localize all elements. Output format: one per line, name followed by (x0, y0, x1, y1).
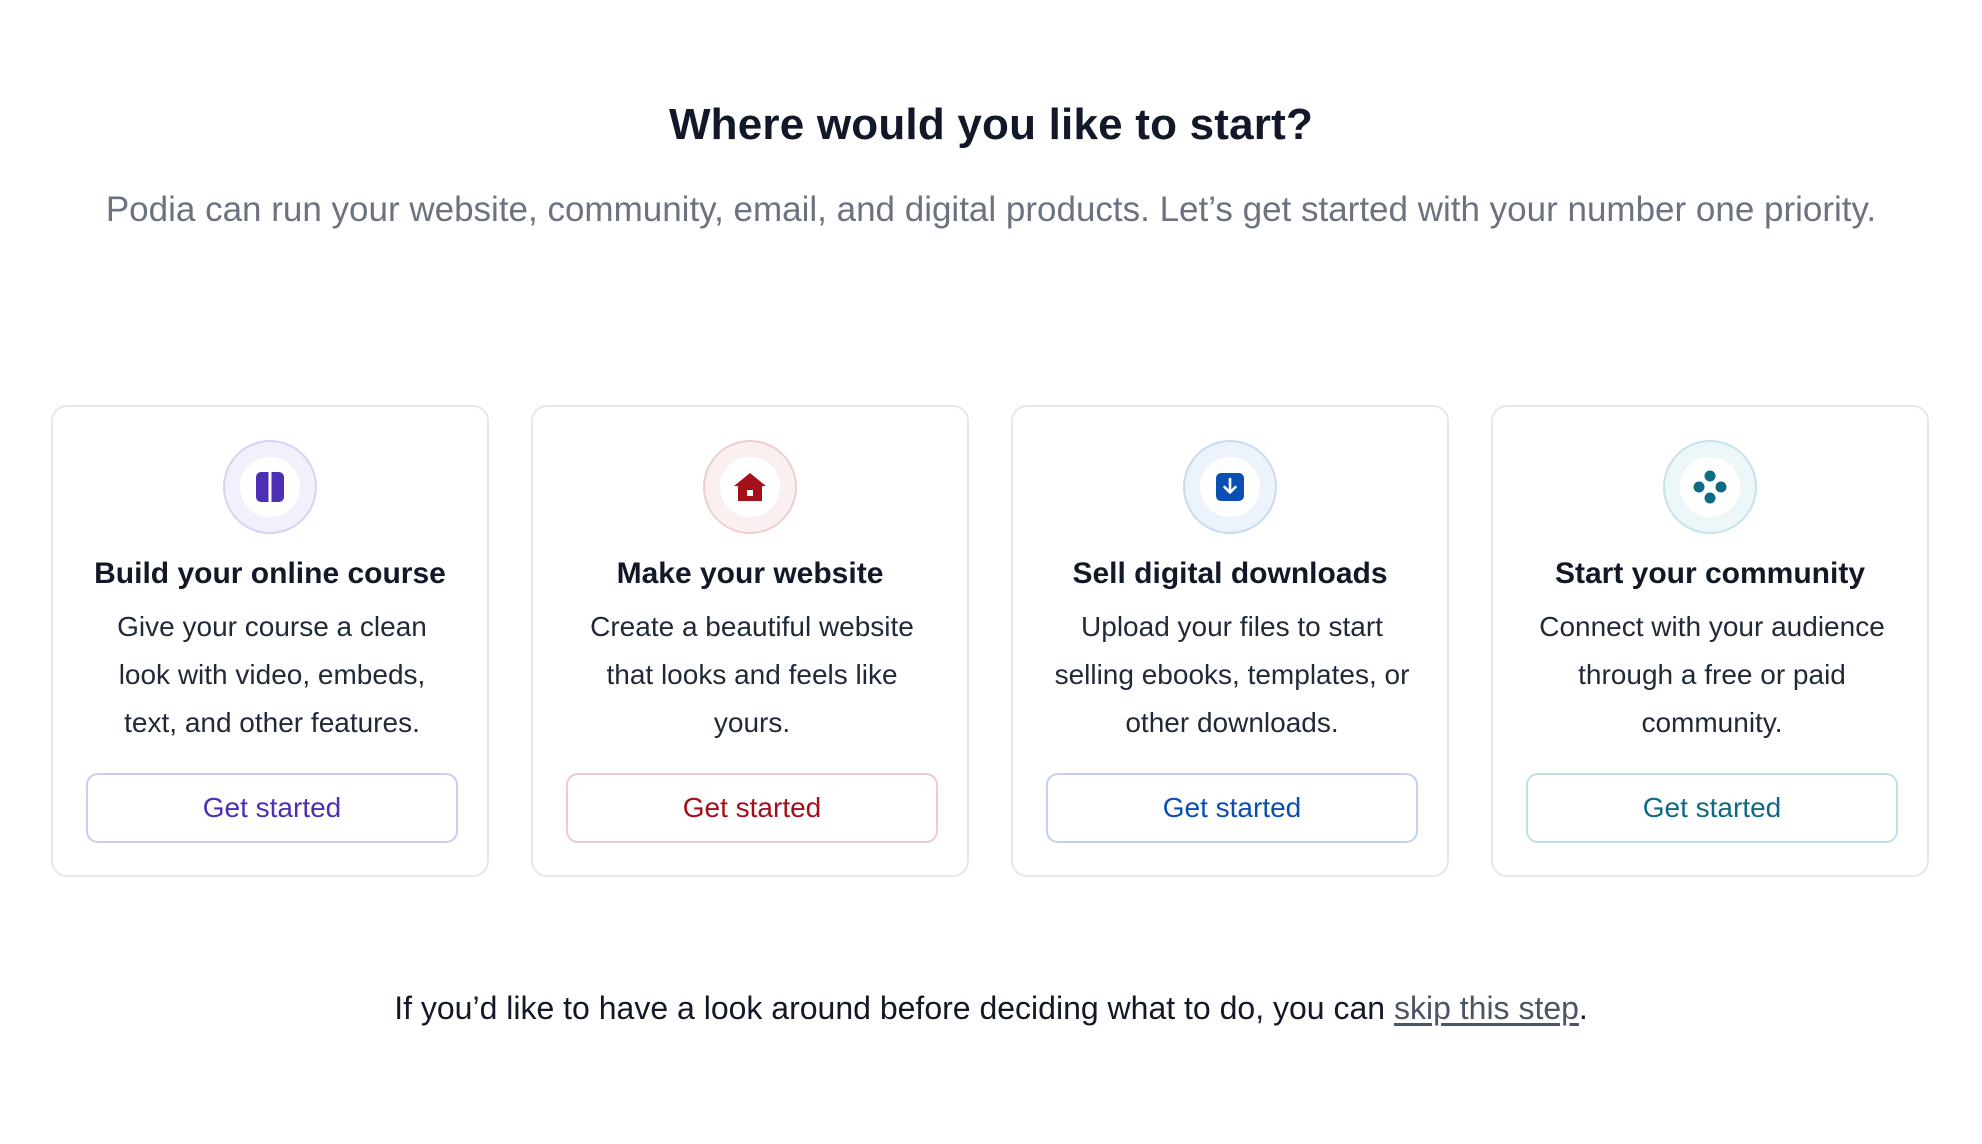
onboarding-page: Where would you like to start? Podia can… (0, 0, 1982, 1144)
card-website: Make your website Create a beautiful web… (531, 405, 969, 877)
community-icon-badge (1663, 440, 1757, 534)
card-description: Give your course a clean look with video… (117, 611, 427, 738)
community-icon (1693, 470, 1727, 504)
skip-note-period: . (1578, 990, 1588, 1026)
card-description: Create a beautiful website that looks an… (590, 611, 914, 738)
home-icon (734, 473, 766, 501)
skip-note: If you’d like to have a look around befo… (0, 990, 1982, 1027)
download-icon-badge (1183, 440, 1277, 534)
get-started-community-button[interactable]: Get started (1526, 773, 1898, 843)
page-subtitle: Podia can run your website, community, e… (105, 190, 1877, 229)
get-started-course-button[interactable]: Get started (86, 773, 458, 843)
download-icon (1216, 473, 1244, 501)
skip-this-step-link[interactable]: skip this step (1394, 990, 1579, 1026)
card-description: Upload your files to start selling ebook… (1054, 611, 1410, 738)
card-description: Connect with your audience through a fre… (1539, 611, 1885, 738)
course-icon (256, 472, 284, 502)
page-title: Where would you like to start? (668, 100, 1314, 149)
card-title: Make your website (616, 557, 884, 590)
card-online-course: Build your online course Give your cours… (51, 405, 489, 877)
card-title: Build your online course (94, 557, 446, 590)
option-cards: Build your online course Give your cours… (51, 405, 1939, 879)
card-title: Start your community (1554, 557, 1866, 590)
get-started-website-button[interactable]: Get started (566, 773, 938, 843)
course-icon-badge (223, 440, 317, 534)
card-digital-downloads: Sell digital downloads Upload your files… (1011, 405, 1449, 877)
card-title: Sell digital downloads (1072, 557, 1388, 590)
skip-note-text: If you’d like to have a look around befo… (394, 990, 1394, 1026)
home-icon-badge (703, 440, 797, 534)
card-community: Start your community Connect with your a… (1491, 405, 1929, 877)
get-started-downloads-button[interactable]: Get started (1046, 773, 1418, 843)
